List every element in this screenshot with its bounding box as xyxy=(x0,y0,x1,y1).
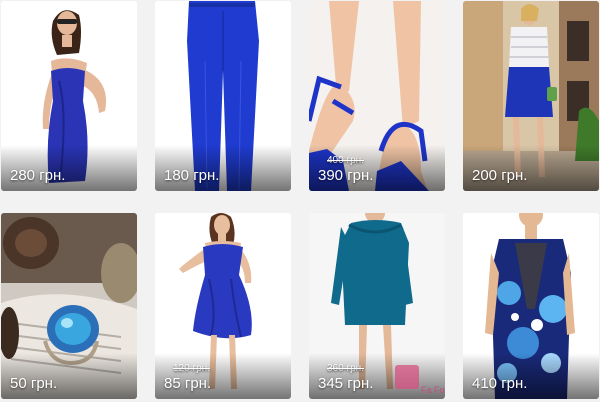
product-card[interactable]: 400 грн. 390 грн. xyxy=(309,1,445,191)
old-price: 400 грн. xyxy=(327,155,364,166)
product-price: 410 грн. xyxy=(472,375,528,392)
product-price: 50 грн. xyxy=(10,375,58,392)
product-price: 390 грн. xyxy=(318,167,374,184)
product-price: 345 грн. xyxy=(318,375,374,392)
product-card[interactable]: 280 грн. xyxy=(1,1,137,191)
product-grid: 280 грн. 180 грн. 400 грн. 390 грн. 200 … xyxy=(0,0,600,402)
old-price: 360 грн. xyxy=(327,363,364,374)
product-card[interactable]: Fa Fo 360 грн. 345 грн. xyxy=(309,213,445,399)
brand-watermark-logo xyxy=(395,365,419,389)
old-price: 120 грн. xyxy=(173,363,210,374)
product-card[interactable]: 200 грн. xyxy=(463,1,599,191)
product-card[interactable]: 410 грн. xyxy=(463,213,599,399)
product-card[interactable]: 180 грн. xyxy=(155,1,291,191)
product-price: 280 грн. xyxy=(10,167,66,184)
product-card[interactable]: 120 грн. 85 грн. xyxy=(155,213,291,399)
product-price: 200 грн. xyxy=(472,167,528,184)
product-card[interactable]: 50 грн. xyxy=(1,213,137,399)
brand-watermark: Fa Fo xyxy=(421,385,445,395)
product-price: 85 грн. xyxy=(164,375,212,392)
product-price: 180 грн. xyxy=(164,167,220,184)
